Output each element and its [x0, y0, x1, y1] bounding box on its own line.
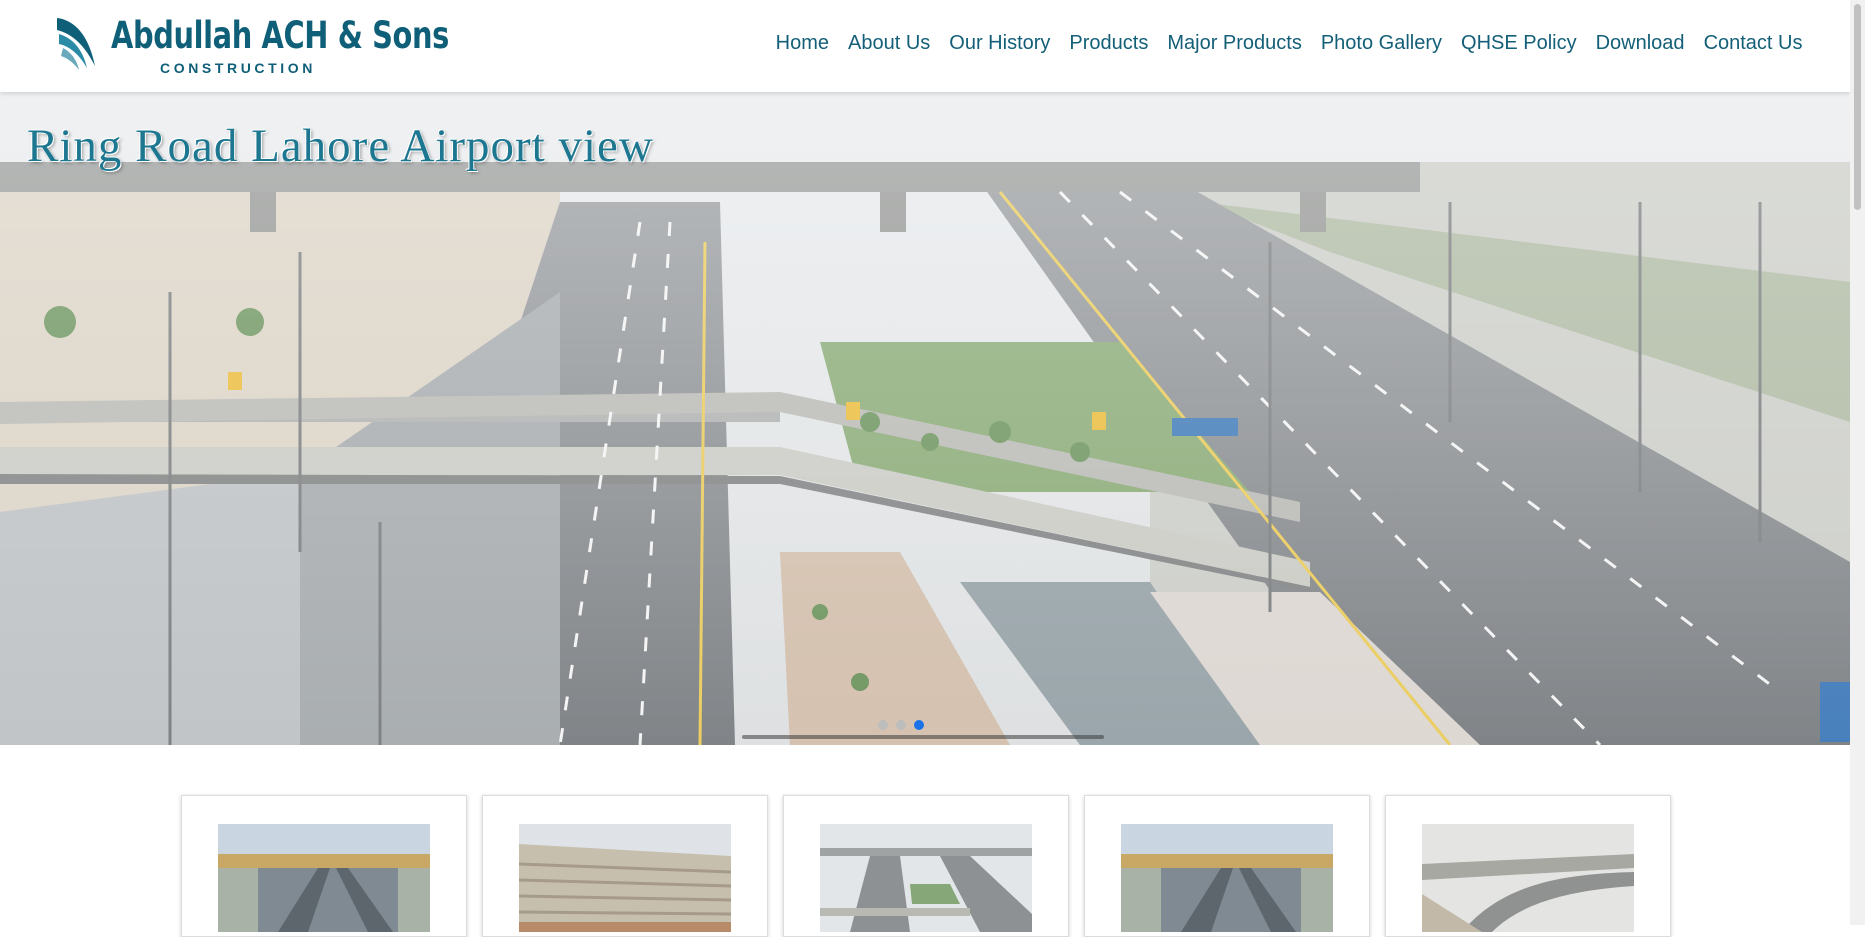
slider-progress-bar — [742, 735, 1104, 739]
nav-major-products[interactable]: Major Products — [1158, 32, 1312, 55]
gallery-card[interactable] — [783, 795, 1069, 937]
main-nav: Home About Us Our History Products Major… — [766, 32, 1812, 55]
nav-qhse-policy[interactable]: QHSE Policy — [1452, 32, 1587, 55]
nav-about-us[interactable]: About Us — [839, 32, 940, 55]
slide-dot-3[interactable] — [914, 720, 924, 730]
nav-home[interactable]: Home — [766, 32, 838, 55]
slide-caption: Ring Road Lahore Airport view — [27, 120, 654, 172]
building-facade-photo — [519, 824, 731, 932]
gallery-card[interactable] — [1084, 795, 1370, 937]
nav-photo-gallery[interactable]: Photo Gallery — [1311, 32, 1451, 55]
nav-products[interactable]: Products — [1060, 32, 1158, 55]
brand-name: Abdullah ACH & Sons — [111, 14, 449, 57]
gallery-card[interactable] — [181, 795, 467, 937]
hero-slider[interactable]: Ring Road Lahore Airport view — [0, 92, 1850, 745]
flyover-road-photo — [218, 824, 430, 932]
site-header: Abdullah ACH & Sons CONSTRUCTION Home Ab… — [0, 0, 1850, 92]
interchange-overpass-photo — [1422, 824, 1634, 932]
slide-dot-2[interactable] — [896, 720, 906, 730]
slide-dot-1[interactable] — [878, 720, 888, 730]
nav-our-history[interactable]: Our History — [940, 32, 1060, 55]
hero-slide-image — [0, 92, 1850, 745]
brand-logo[interactable]: Abdullah ACH & Sons CONSTRUCTION — [55, 14, 449, 78]
ring-road-airport-photo — [820, 824, 1032, 932]
swoosh-logo-icon — [57, 18, 95, 70]
gallery-card[interactable] — [1385, 795, 1671, 937]
nav-contact-us[interactable]: Contact Us — [1694, 32, 1812, 55]
scrollbar-thumb[interactable] — [1854, 4, 1861, 210]
brand-subtitle: CONSTRUCTION — [160, 60, 316, 76]
gallery-card[interactable] — [482, 795, 768, 937]
nav-download[interactable]: Download — [1586, 32, 1694, 55]
flyover-road-photo — [1121, 824, 1333, 932]
slide-indicators — [878, 720, 924, 730]
page-scrollbar[interactable] — [1850, 0, 1865, 925]
gallery-cards — [181, 795, 1671, 937]
